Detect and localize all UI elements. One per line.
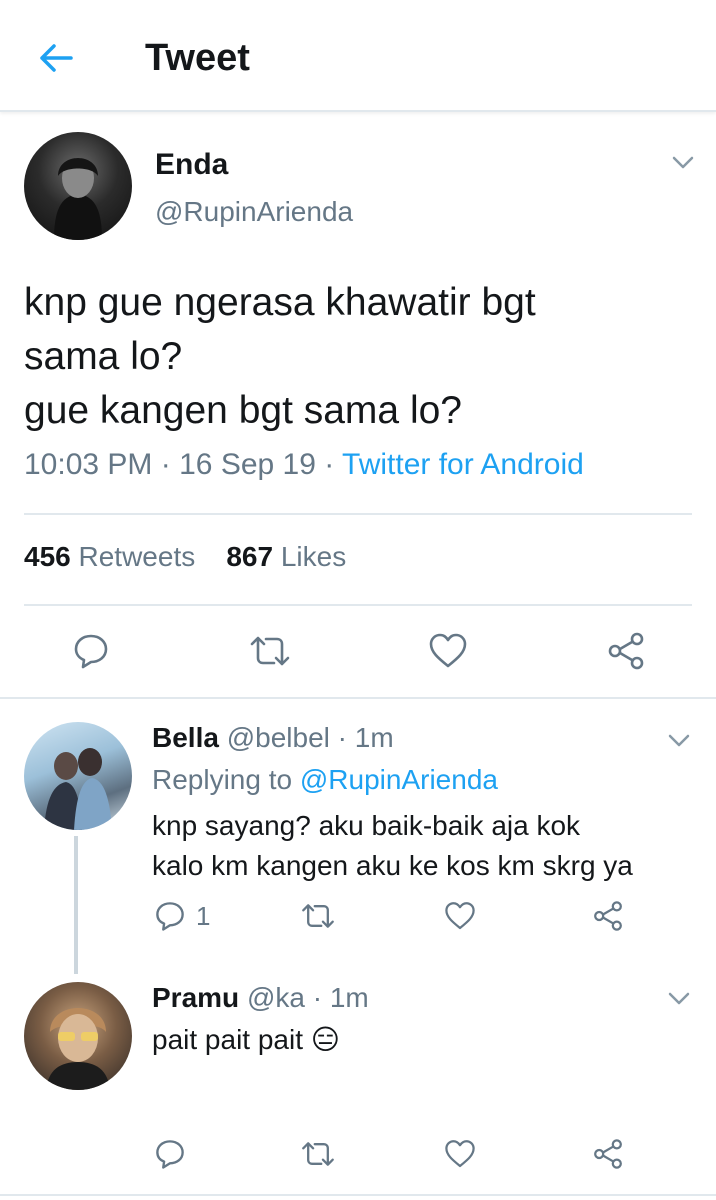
replying-to-link[interactable]: @RupinArienda (300, 764, 498, 795)
tweet-text: knp gue ngerasa khawatir bgt sama lo? gu… (24, 276, 684, 438)
reply-menu-button[interactable] (664, 726, 694, 756)
retweet-button[interactable] (248, 632, 292, 670)
reply-icon (156, 902, 184, 931)
reply-menu-button[interactable] (664, 984, 694, 1014)
replying-prefix: Replying to (152, 764, 293, 795)
reply-author-handle[interactable]: @ka (247, 982, 305, 1013)
tweet-date: 16 Sep 19 (179, 448, 316, 481)
reply-count: 1 (196, 900, 211, 931)
reply-text-line: pait pait pait 😑 (152, 1024, 340, 1055)
author-name[interactable]: Enda (155, 148, 228, 182)
chevron-down-icon (668, 734, 690, 747)
reply-button[interactable]: 1 (154, 900, 210, 932)
replying-to: Replying to @RupinArienda (152, 764, 498, 796)
reply-button[interactable] (72, 632, 110, 670)
reply-header: Pramu @ka · 1m (152, 982, 369, 1014)
avatar-photo (46, 1008, 110, 1090)
tweet-text-line: gue kangen bgt sama lo? (24, 389, 462, 432)
reply-avatar[interactable] (24, 982, 132, 1090)
share-icon (608, 632, 644, 670)
retweets-stat[interactable]: 456 Retweets (24, 541, 195, 572)
reply-author-name[interactable]: Pramu (152, 982, 239, 1013)
chevron-down-icon (672, 156, 694, 169)
meta-separator: · (324, 448, 335, 481)
share-icon (594, 901, 622, 931)
retweet-icon (250, 636, 290, 666)
like-button[interactable] (444, 900, 476, 932)
author-avatar[interactable] (24, 132, 132, 240)
chevron-down-icon (668, 992, 690, 1005)
reply-time: 1m (329, 982, 369, 1013)
reply-author-handle[interactable]: @belbel (227, 722, 330, 753)
app-header: Tweet (0, 0, 716, 112)
like-button[interactable] (428, 632, 468, 670)
reply-text: pait pait pait 😑 (152, 1020, 340, 1060)
reply-text: knp sayang? aku baik-baik aja kok kalo k… (152, 806, 633, 886)
heart-icon (445, 1140, 475, 1168)
meta-separator: · (337, 722, 347, 753)
divider (24, 513, 692, 515)
divider (0, 1194, 716, 1196)
reply-avatar[interactable] (24, 722, 132, 830)
reply-text-line: knp sayang? aku baik-baik aja kok (152, 810, 581, 841)
arrow-left-icon (40, 44, 73, 72)
divider (24, 604, 692, 606)
retweet-icon (302, 904, 334, 928)
tweet-source-link[interactable]: Twitter for Android (342, 448, 584, 481)
reply-time: 1m (354, 722, 394, 753)
share-button[interactable] (592, 1138, 624, 1170)
divider (0, 697, 716, 699)
tweet-stats: 456 Retweets 867 Likes (24, 541, 346, 573)
tweet-meta: 10:03 PM · 16 Sep 19 · Twitter for Andro… (24, 448, 584, 482)
reply-header: Bella @belbel · 1m (152, 722, 394, 754)
reply-text-line: kalo km kangen aku ke kos km skrg ya (152, 850, 633, 881)
heart-icon (429, 633, 467, 668)
back-button[interactable] (30, 36, 82, 80)
tweet-text-line: knp gue ngerasa khawatir bgt (24, 281, 536, 324)
reply-icon (156, 1140, 184, 1169)
heart-icon (445, 902, 475, 930)
meta-separator: · (312, 982, 323, 1013)
tweet-time: 10:03 PM (24, 448, 153, 481)
retweet-button[interactable] (300, 900, 336, 932)
share-button[interactable] (592, 900, 624, 932)
reply-icon (74, 634, 108, 669)
avatar-photo (44, 748, 112, 830)
share-button[interactable] (606, 632, 646, 670)
share-icon (594, 1139, 622, 1169)
reply-button[interactable] (154, 1138, 186, 1170)
thread-line (74, 836, 78, 974)
likes-label: Likes (280, 541, 347, 572)
likes-stat[interactable]: 867 Likes (226, 541, 346, 572)
page-title: Tweet (145, 37, 250, 79)
meta-separator: · (160, 448, 171, 481)
reply-author-name[interactable]: Bella (152, 722, 219, 753)
likes-count: 867 (226, 541, 274, 572)
retweet-icon (302, 1142, 334, 1166)
tweet-text-line: sama lo? (24, 335, 183, 378)
like-button[interactable] (444, 1138, 476, 1170)
avatar-photo (54, 158, 102, 240)
author-handle[interactable]: @RupinArienda (155, 196, 353, 228)
retweets-count: 456 (24, 541, 71, 572)
retweets-label: Retweets (78, 541, 196, 572)
tweet-menu-button[interactable] (668, 148, 698, 178)
retweet-button[interactable] (300, 1138, 336, 1170)
